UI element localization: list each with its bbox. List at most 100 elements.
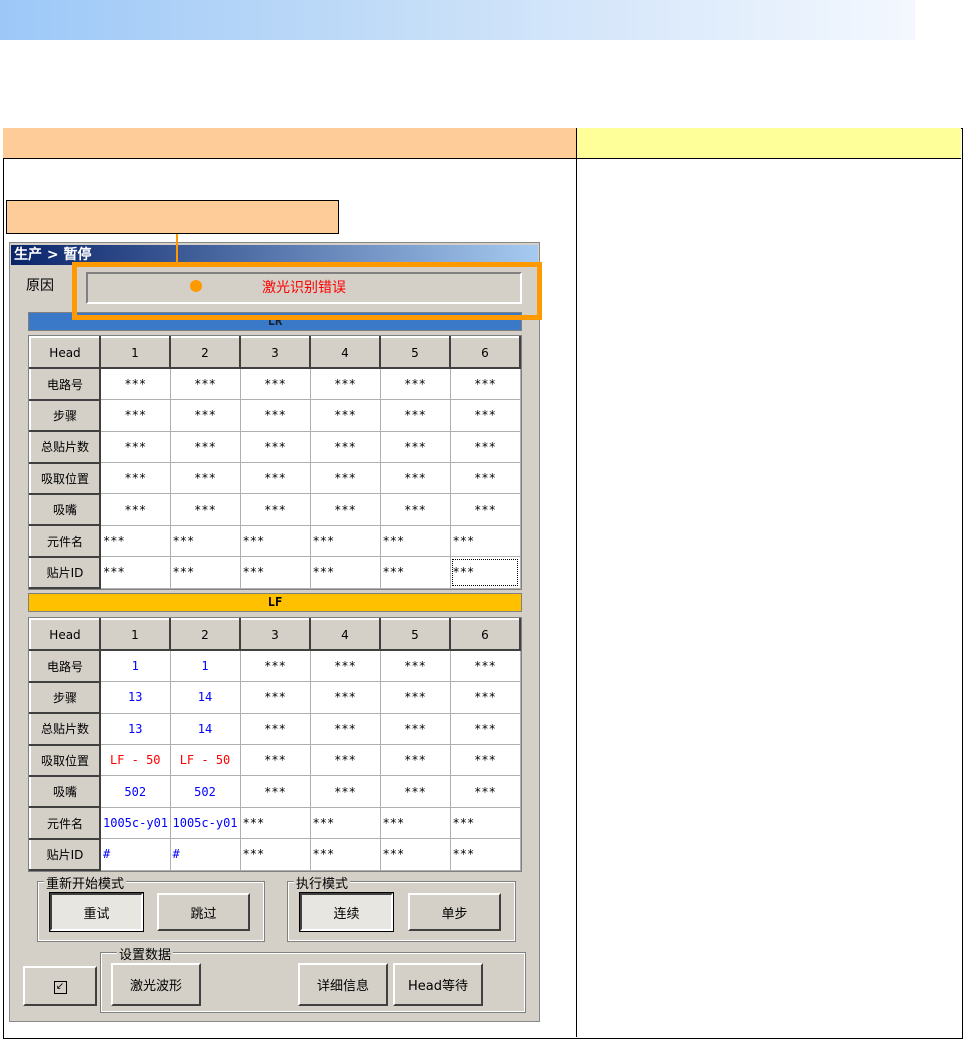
grid-cell[interactable]: ***: [169, 556, 241, 589]
grid-cell[interactable]: #: [99, 838, 171, 871]
grid-cell[interactable]: ***: [379, 493, 451, 526]
grid-cell[interactable]: ***: [239, 712, 311, 746]
grid-cell[interactable]: 14: [169, 681, 241, 714]
row-header: 贴片ID: [29, 837, 101, 872]
grid-cell[interactable]: ***: [379, 430, 451, 464]
grid-cell[interactable]: ***: [239, 681, 311, 714]
grid-cell[interactable]: ***: [309, 556, 381, 589]
grid-cell[interactable]: ***: [169, 462, 241, 495]
grid-cell[interactable]: ***: [449, 712, 521, 746]
grid-cell[interactable]: ***: [239, 399, 311, 432]
grid-cell[interactable]: ***: [449, 838, 521, 871]
grid-cell[interactable]: ***: [309, 712, 381, 746]
grid-cell[interactable]: ***: [449, 681, 521, 714]
column-divider: [576, 158, 577, 1037]
grid-cell[interactable]: ***: [309, 399, 381, 432]
callout-leader-line: [176, 234, 178, 264]
grid-cell[interactable]: ***: [169, 524, 241, 558]
grid-cell[interactable]: 1005c-y01: [99, 806, 171, 840]
grid-cell[interactable]: ***: [239, 775, 311, 808]
grid-cell[interactable]: ***: [239, 367, 311, 401]
grid-cell[interactable]: ***: [239, 556, 311, 589]
grid-cell[interactable]: LF - 50: [99, 744, 171, 777]
grid-cell[interactable]: ***: [449, 430, 521, 464]
grid-cell[interactable]: ***: [309, 744, 381, 777]
grid-cell[interactable]: ***: [449, 462, 521, 495]
grid-cell[interactable]: ***: [379, 681, 451, 714]
grid-cell[interactable]: ***: [99, 430, 171, 464]
grid-cell[interactable]: ***: [309, 649, 381, 683]
grid-cell[interactable]: ***: [379, 806, 451, 840]
grid-cell[interactable]: ***: [449, 556, 521, 589]
grid-cell[interactable]: ***: [309, 681, 381, 714]
grid-cell[interactable]: ***: [379, 367, 451, 401]
grid-cell[interactable]: ***: [449, 493, 521, 526]
grid-cell[interactable]: 13: [99, 712, 171, 746]
continuous-button[interactable]: 连续: [299, 892, 394, 932]
grid-cell[interactable]: ***: [239, 649, 311, 683]
grid-cell[interactable]: ***: [379, 399, 451, 432]
head-wait-button[interactable]: Head等待: [393, 963, 483, 1006]
grid-cell[interactable]: ***: [169, 493, 241, 526]
grid-cell[interactable]: ***: [379, 524, 451, 558]
grid-cell[interactable]: ***: [379, 712, 451, 746]
grid-cell[interactable]: ***: [239, 524, 311, 558]
grid-cell[interactable]: ***: [169, 430, 241, 464]
minimize-button[interactable]: ↙: [23, 966, 97, 1006]
head-column-header: 3: [239, 335, 311, 370]
grid-cell[interactable]: ***: [169, 399, 241, 432]
grid-cell[interactable]: 13: [99, 681, 171, 714]
grid-cell[interactable]: 502: [99, 775, 171, 808]
grid-cell[interactable]: ***: [309, 524, 381, 558]
grid-cell[interactable]: LF - 50: [169, 744, 241, 777]
grid-cell[interactable]: ***: [99, 524, 171, 558]
skip-button[interactable]: 跳过: [157, 893, 250, 931]
laser-wave-button[interactable]: 激光波形: [111, 963, 201, 1006]
grid-cell[interactable]: ***: [449, 775, 521, 808]
grid-cell[interactable]: ***: [379, 838, 451, 871]
grid-cell[interactable]: ***: [379, 649, 451, 683]
grid-cell[interactable]: ***: [239, 462, 311, 495]
details-button[interactable]: 详细信息: [298, 963, 388, 1006]
grid-cell[interactable]: ***: [309, 838, 381, 871]
grid-cell[interactable]: ***: [379, 744, 451, 777]
grid-cell[interactable]: ***: [239, 493, 311, 526]
grid-cell[interactable]: ***: [379, 462, 451, 495]
grid-cell[interactable]: ***: [449, 367, 521, 401]
grid-cell[interactable]: ***: [99, 399, 171, 432]
grid-cell[interactable]: ***: [169, 367, 241, 401]
grid-cell[interactable]: ***: [309, 462, 381, 495]
grid-cell[interactable]: ***: [449, 744, 521, 777]
grid-cell[interactable]: ***: [239, 838, 311, 871]
grid-cell[interactable]: ***: [239, 744, 311, 777]
row-header: 贴片ID: [29, 555, 101, 590]
grid-cell[interactable]: 1005c-y01: [169, 806, 241, 840]
grid-cell[interactable]: ***: [99, 367, 171, 401]
grid-cell[interactable]: ***: [99, 556, 171, 589]
grid-cell[interactable]: ***: [449, 524, 521, 558]
grid-cell[interactable]: ***: [309, 367, 381, 401]
grid-cell[interactable]: #: [169, 838, 241, 871]
lf-head-grid: Head 1 2 3 4 5 6 电路号 1 1 *** *** *** *** 步骤 13 14 *** *** *…: [28, 617, 522, 873]
grid-cell[interactable]: ***: [239, 806, 311, 840]
grid-cell[interactable]: ***: [379, 556, 451, 589]
retry-button[interactable]: 重试: [49, 892, 144, 932]
grid-cell[interactable]: 502: [169, 775, 241, 808]
step-button[interactable]: 单步: [408, 893, 501, 931]
grid-cell[interactable]: ***: [449, 399, 521, 432]
grid-cell[interactable]: ***: [99, 493, 171, 526]
grid-cell[interactable]: 14: [169, 712, 241, 746]
grid-cell[interactable]: 1: [99, 649, 171, 683]
grid-cell[interactable]: ***: [309, 775, 381, 808]
lr-head-grid: Head 1 2 3 4 5 6 电路号 *** *** *** *** *** *** 步骤 *** *** *…: [28, 335, 522, 591]
grid-cell[interactable]: ***: [309, 806, 381, 840]
grid-cell[interactable]: ***: [449, 806, 521, 840]
lf-section-bar: LF: [28, 593, 522, 612]
grid-cell[interactable]: ***: [379, 775, 451, 808]
grid-cell[interactable]: ***: [309, 430, 381, 464]
grid-cell[interactable]: ***: [239, 430, 311, 464]
grid-cell[interactable]: ***: [449, 649, 521, 683]
grid-cell[interactable]: 1: [169, 649, 241, 683]
grid-cell[interactable]: ***: [309, 493, 381, 526]
grid-cell[interactable]: ***: [99, 462, 171, 495]
